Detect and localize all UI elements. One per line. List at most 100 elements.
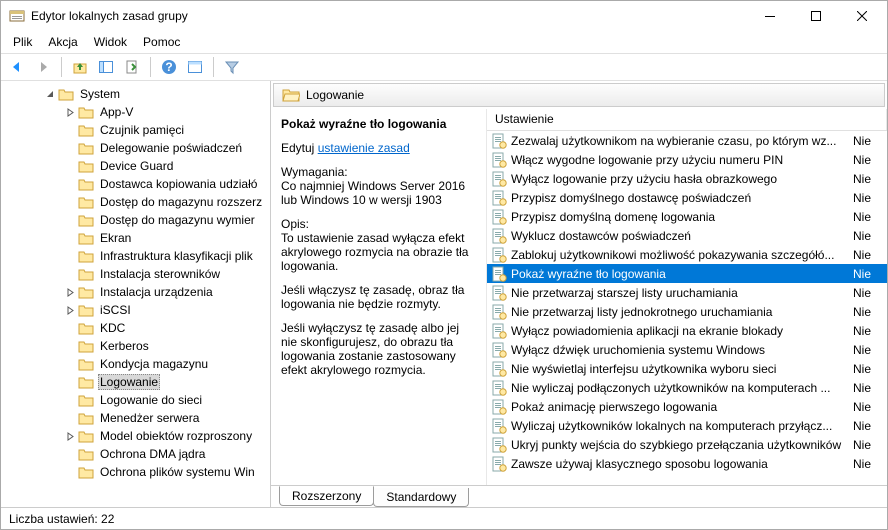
list-item[interactable]: Nie przetwarzaj listy jednokrotnego uruc…: [487, 302, 887, 321]
tree-node[interactable]: Model obiektów rozproszony: [1, 427, 270, 445]
list-body[interactable]: Zezwalaj użytkownikom na wybieranie czas…: [487, 131, 887, 485]
expand-icon[interactable]: [65, 413, 76, 424]
tree-node[interactable]: KDC: [1, 319, 270, 337]
list-item[interactable]: Nie wyliczaj podłączonych użytkowników n…: [487, 378, 887, 397]
list-item[interactable]: Nie wyświetlaj interfejsu użytkownika wy…: [487, 359, 887, 378]
tree-node[interactable]: Logowanie do sieci: [1, 391, 270, 409]
policy-icon: [491, 171, 507, 187]
tree-node[interactable]: Dostawca kopiowania udziałó: [1, 175, 270, 193]
tree-label: Logowanie: [98, 374, 160, 390]
list-item[interactable]: Pokaż wyraźne tło logowaniaNie: [487, 264, 887, 283]
tree-node-system[interactable]: System: [1, 85, 270, 103]
tree-node[interactable]: Czujnik pamięci: [1, 121, 270, 139]
tree-label: Ochrona DMA jądra: [98, 447, 207, 461]
menu-action[interactable]: Akcja: [40, 33, 85, 51]
policy-name: Nie przetwarzaj listy jednokrotnego uruc…: [511, 305, 853, 319]
expand-icon[interactable]: [65, 323, 76, 334]
list-item[interactable]: Wyliczaj użytkowników lokalnych na kompu…: [487, 416, 887, 435]
tree-node[interactable]: Logowanie: [1, 373, 270, 391]
expand-icon[interactable]: [65, 269, 76, 280]
list-item[interactable]: Ukryj punkty wejścia do szybkiego przełą…: [487, 435, 887, 454]
help-button[interactable]: ?: [157, 55, 181, 79]
policy-icon: [491, 304, 507, 320]
collapse-icon[interactable]: [45, 89, 56, 100]
tree-node[interactable]: Kerberos: [1, 337, 270, 355]
maximize-button[interactable]: [793, 1, 839, 31]
back-button[interactable]: [5, 55, 29, 79]
policy-state: Nie: [853, 400, 883, 414]
tree-node[interactable]: Instalacja sterowników: [1, 265, 270, 283]
expand-icon[interactable]: [65, 251, 76, 262]
tree-node[interactable]: App-V: [1, 103, 270, 121]
show-hide-tree-button[interactable]: [94, 55, 118, 79]
list-item[interactable]: Włącz wygodne logowanie przy użyciu nume…: [487, 150, 887, 169]
list-item[interactable]: Pokaż animację pierwszego logowaniaNie: [487, 397, 887, 416]
policy-state: Nie: [853, 286, 883, 300]
expand-icon[interactable]: [65, 305, 76, 316]
tab-standard[interactable]: Standardowy: [373, 488, 469, 507]
edit-policy-link[interactable]: ustawienie zasad: [318, 141, 410, 155]
list-item[interactable]: Przypisz domyślną domenę logowaniaNie: [487, 207, 887, 226]
tree-node[interactable]: Delegowanie poświadczeń: [1, 139, 270, 157]
folder-icon: [78, 303, 94, 317]
toolbar-divider: [150, 57, 151, 77]
filter-button[interactable]: [220, 55, 244, 79]
policy-icon: [491, 285, 507, 301]
tab-extended[interactable]: Rozszerzony: [279, 486, 374, 506]
list-item[interactable]: Zezwalaj użytkownikom na wybieranie czas…: [487, 131, 887, 150]
expand-icon[interactable]: [65, 215, 76, 226]
policy-icon: [491, 361, 507, 377]
policy-name: Ukryj punkty wejścia do szybkiego przełą…: [511, 438, 853, 452]
requirements-value: Co najmniej Windows Server 2016 lub Wind…: [281, 179, 465, 207]
menu-view[interactable]: Widok: [86, 33, 135, 51]
expand-icon[interactable]: [65, 161, 76, 172]
tree-node[interactable]: iSCSI: [1, 301, 270, 319]
tree-pane[interactable]: System App-VCzujnik pamięciDelegowanie p…: [1, 81, 271, 507]
expand-icon[interactable]: [65, 125, 76, 136]
up-folder-button[interactable]: [68, 55, 92, 79]
menu-help[interactable]: Pomoc: [135, 33, 188, 51]
export-list-button[interactable]: [120, 55, 144, 79]
expand-icon[interactable]: [65, 467, 76, 478]
expand-icon[interactable]: [65, 395, 76, 406]
tree-node[interactable]: Ochrona DMA jądra: [1, 445, 270, 463]
list-item[interactable]: Wyklucz dostawców poświadczeńNie: [487, 226, 887, 245]
expand-icon[interactable]: [65, 233, 76, 244]
tree-node[interactable]: Ekran: [1, 229, 270, 247]
expand-icon[interactable]: [65, 377, 76, 388]
folder-icon: [78, 429, 94, 443]
expand-icon[interactable]: [65, 449, 76, 460]
tree-node[interactable]: Device Guard: [1, 157, 270, 175]
policy-icon: [491, 437, 507, 453]
list-header[interactable]: Ustawienie: [487, 109, 887, 131]
menu-file[interactable]: Plik: [5, 33, 40, 51]
expand-icon[interactable]: [65, 197, 76, 208]
tree-node[interactable]: Kondycja magazynu: [1, 355, 270, 373]
expand-icon[interactable]: [65, 359, 76, 370]
tree-node[interactable]: Dostęp do magazynu wymier: [1, 211, 270, 229]
list-item[interactable]: Przypisz domyślnego dostawcę poświadczeń…: [487, 188, 887, 207]
minimize-button[interactable]: [747, 1, 793, 31]
expand-icon[interactable]: [65, 287, 76, 298]
tree-node[interactable]: Dostęp do magazynu rozszerz: [1, 193, 270, 211]
properties-button[interactable]: [183, 55, 207, 79]
tree-node[interactable]: Instalacja urządzenia: [1, 283, 270, 301]
expand-icon[interactable]: [65, 341, 76, 352]
list-item[interactable]: Wyłącz powiadomienia aplikacji na ekrani…: [487, 321, 887, 340]
list-item[interactable]: Zawsze używaj klasycznego sposobu logowa…: [487, 454, 887, 473]
policy-icon: [491, 266, 507, 282]
expand-icon[interactable]: [65, 107, 76, 118]
column-setting[interactable]: Ustawienie: [487, 109, 887, 130]
expand-icon[interactable]: [65, 143, 76, 154]
forward-button[interactable]: [31, 55, 55, 79]
tree-node[interactable]: Menedżer serwera: [1, 409, 270, 427]
tree-node[interactable]: Ochrona plików systemu Win: [1, 463, 270, 481]
list-item[interactable]: Wyłącz dźwięk uruchomienia systemu Windo…: [487, 340, 887, 359]
expand-icon[interactable]: [65, 179, 76, 190]
list-item[interactable]: Nie przetwarzaj starszej listy uruchamia…: [487, 283, 887, 302]
close-button[interactable]: [839, 1, 885, 31]
expand-icon[interactable]: [65, 431, 76, 442]
tree-node[interactable]: Infrastruktura klasyfikacji plik: [1, 247, 270, 265]
list-item[interactable]: Zablokuj użytkownikowi możliwość pokazyw…: [487, 245, 887, 264]
list-item[interactable]: Wyłącz logowanie przy użyciu hasła obraz…: [487, 169, 887, 188]
